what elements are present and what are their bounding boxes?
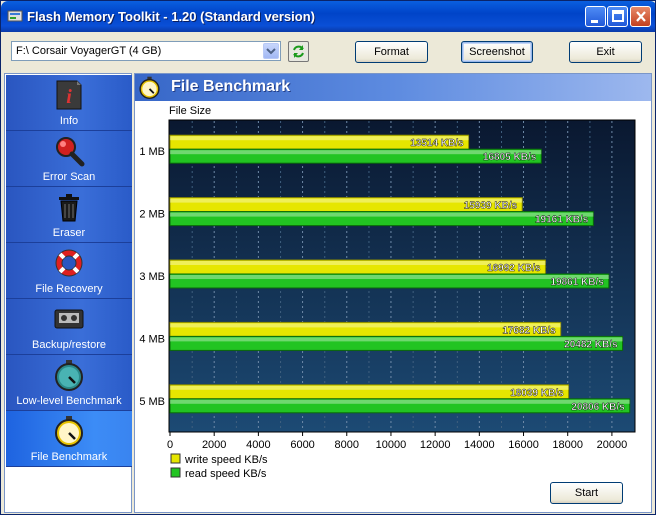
write-bar: 16992 KB/s xyxy=(169,259,546,275)
start-button[interactable]: Start xyxy=(550,482,623,504)
sidebar-item-label: Eraser xyxy=(52,227,86,239)
close-button[interactable] xyxy=(630,6,651,27)
sidebar-item-eraser[interactable]: Eraser xyxy=(6,187,132,243)
y-category-label: 5 MB xyxy=(139,396,165,408)
y-category-label: 2 MB xyxy=(139,209,165,221)
x-tick-label: 14000 xyxy=(464,439,495,451)
x-tick-label: 4000 xyxy=(246,439,270,451)
benchmark-panel: File Benchmark File Size 13514 KB/s 16805… xyxy=(134,73,652,513)
close-icon xyxy=(636,11,646,22)
read-bar: 19161 KB/s xyxy=(169,211,594,227)
lifebuoy-icon xyxy=(55,249,83,277)
x-tick-label: 2000 xyxy=(202,439,226,451)
x-tick-label: 0 xyxy=(167,439,173,451)
sidebar-item-label: Backup/restore xyxy=(32,339,106,351)
drive-select[interactable]: F:\ Corsair VoyagerGT (4 GB) xyxy=(11,41,281,61)
x-tick-label: 18000 xyxy=(552,439,583,451)
bar-value-label: 20806 KB/s xyxy=(571,402,625,413)
read-bar: 16805 KB/s xyxy=(169,148,542,164)
y-category-label: 3 MB xyxy=(139,271,165,283)
write-bar: 17682 KB/s xyxy=(169,321,562,337)
bar-value-label: 17682 KB/s xyxy=(502,325,556,336)
stopwatch-icon xyxy=(55,416,83,447)
legend-swatch xyxy=(170,453,181,464)
sidebar-item-label: Info xyxy=(59,115,79,127)
benchmark-chart: File Size 13514 KB/s 16805 KB/s 15939 KB/s… xyxy=(139,105,636,480)
refresh-icon xyxy=(293,45,304,58)
magnifier-icon xyxy=(56,137,85,167)
sidebar-item-file-benchmark[interactable]: File Benchmark xyxy=(6,411,132,467)
y-category-label: 1 MB xyxy=(139,146,165,158)
legend-swatch xyxy=(170,467,181,478)
legend-label: read speed KB/s xyxy=(185,468,267,480)
bar-value-label: 16805 KB/s xyxy=(483,152,537,163)
x-tick-label: 6000 xyxy=(290,439,314,451)
x-tick-label: 12000 xyxy=(420,439,451,451)
screenshot-button[interactable]: Screenshot xyxy=(461,41,533,63)
x-tick-label: 20000 xyxy=(597,439,628,451)
bar-value-label: 13514 KB/s xyxy=(410,138,464,149)
app-window: Flash Memory Toolkit - 1.20 (Standard ve… xyxy=(0,0,656,515)
read-bar: 20806 KB/s xyxy=(169,398,631,414)
drive-select-value: F:\ Corsair VoyagerGT (4 GB) xyxy=(16,45,162,57)
x-tick-label: 8000 xyxy=(335,439,359,451)
refresh-button[interactable] xyxy=(288,41,309,62)
maximize-button[interactable] xyxy=(607,6,628,27)
window-title: Flash Memory Toolkit - 1.20 (Standard ve… xyxy=(27,9,315,24)
sidebar-item-file-recovery[interactable]: File Recovery xyxy=(6,243,132,299)
title-bar[interactable]: Flash Memory Toolkit - 1.20 (Standard ve… xyxy=(1,1,655,32)
bar-value-label: 19861 KB/s xyxy=(550,277,604,288)
svg-text:i: i xyxy=(66,86,72,108)
minimize-button[interactable] xyxy=(585,6,606,27)
info-icon: i xyxy=(56,80,82,110)
exit-button[interactable]: Exit xyxy=(569,41,642,63)
write-bar: 13514 KB/s xyxy=(169,134,470,150)
maximize-icon xyxy=(612,10,624,22)
tape-icon xyxy=(54,309,84,329)
legend-label: write speed KB/s xyxy=(184,454,268,466)
bar-value-label: 20482 KB/s xyxy=(564,339,618,350)
sidebar-item-info[interactable]: i Info xyxy=(6,75,132,131)
sidebar-item-error-scan[interactable]: Error Scan xyxy=(6,131,132,187)
write-bar: 15939 KB/s xyxy=(169,197,523,213)
trash-icon xyxy=(59,194,79,222)
y-category-label: 4 MB xyxy=(139,333,165,345)
sidebar-item-label: File Benchmark xyxy=(30,451,108,463)
bar-value-label: 16992 KB/s xyxy=(487,263,541,274)
bar-value-label: 15939 KB/s xyxy=(464,201,518,212)
read-bar: 20482 KB/s xyxy=(169,335,624,351)
chevron-down-icon[interactable] xyxy=(263,43,279,59)
sidebar: i Info Error Scan Eraser File Recovery B… xyxy=(4,73,132,513)
sidebar-item-backup-restore[interactable]: Backup/restore xyxy=(6,299,132,355)
x-tick-label: 10000 xyxy=(376,439,407,451)
format-button[interactable]: Format xyxy=(355,41,428,63)
bar-value-label: 18039 KB/s xyxy=(510,388,564,399)
sidebar-item-low-level-benchmark[interactable]: Low-level Benchmark xyxy=(6,355,132,411)
sidebar-item-label: File Recovery xyxy=(35,283,103,295)
x-tick-label: 16000 xyxy=(508,439,539,451)
stopwatch-icon xyxy=(55,360,83,391)
bar-value-label: 19161 KB/s xyxy=(535,215,589,226)
y-axis-label: File Size xyxy=(169,105,211,117)
sidebar-item-label: Low-level Benchmark xyxy=(16,395,122,407)
write-bar: 18039 KB/s xyxy=(169,384,570,400)
read-bar: 19861 KB/s xyxy=(169,273,610,289)
app-icon xyxy=(7,10,23,22)
sidebar-item-label: Error Scan xyxy=(42,171,96,183)
minimize-icon xyxy=(591,20,598,23)
